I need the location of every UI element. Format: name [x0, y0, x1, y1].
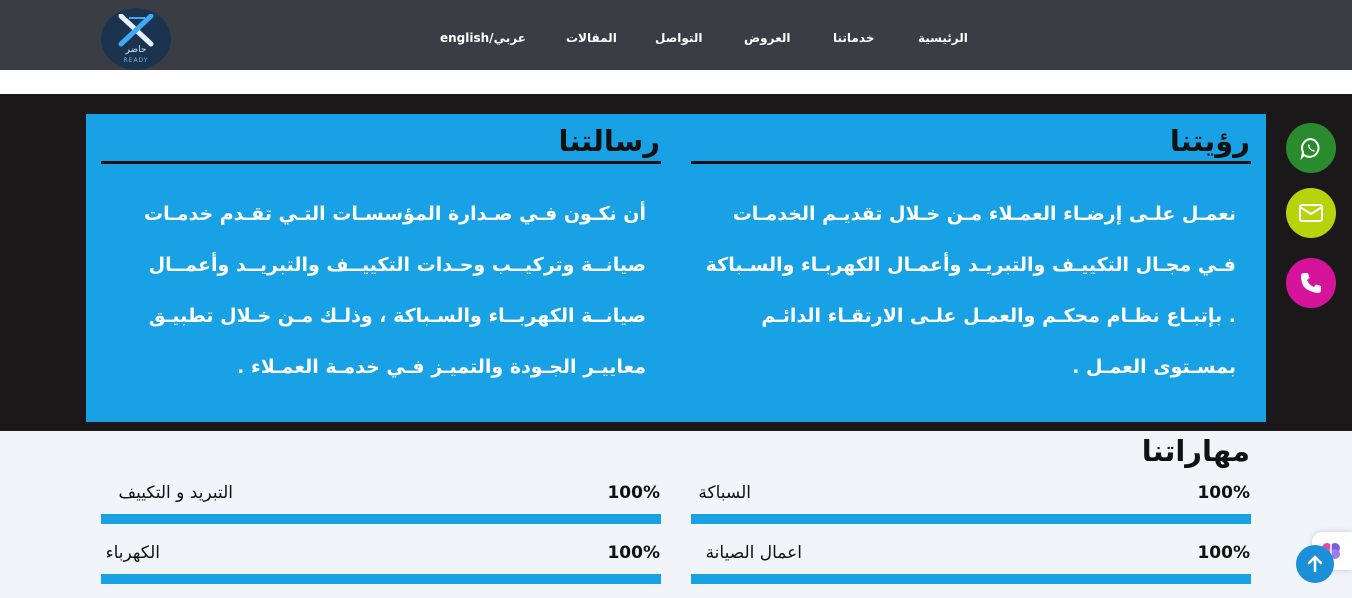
- whatsapp-icon: [1300, 137, 1320, 160]
- skill-label-electricity: الكهرباء: [105, 543, 160, 563]
- nav-services[interactable]: خدماتنا: [833, 31, 874, 45]
- nav-articles[interactable]: المقالات: [566, 31, 617, 45]
- skill-fill-electricity: [101, 574, 661, 584]
- vision-text: نعمـل علـى إرضـاء العمـلاء مـن خـلال تقد…: [706, 189, 1236, 393]
- skill-bar-maintenance: [691, 574, 1251, 584]
- skill-percent-plumbing: 100%: [1197, 483, 1250, 503]
- top-navbar: حاضر READY الرئيسية خدماتنا العروض التوا…: [0, 0, 1352, 70]
- envelope-icon: [1299, 204, 1323, 222]
- nav-offers[interactable]: العروض: [744, 31, 790, 45]
- email-button[interactable]: [1286, 188, 1336, 238]
- skill-label-maintenance: اعمال الصيانة: [705, 543, 802, 563]
- vision-line: فـي مجـال التكييـف والتبريـد وأعمـال الك…: [705, 254, 1236, 276]
- skill-bar-electricity: [101, 574, 661, 584]
- logo-arabic-text: حاضر: [125, 45, 147, 55]
- mission-line: معاييـر الجـودة والتميـز فـي خدمـة العمـ…: [237, 356, 646, 378]
- logo-x-icon: [118, 14, 154, 47]
- phone-icon: [1301, 273, 1321, 293]
- skill-label-cooling: التبريد و التكييف: [118, 483, 234, 503]
- arrow-up-icon: [1307, 555, 1323, 573]
- vision-line: نعمـل علـى إرضـاء العمـلاء مـن خـلال تقد…: [732, 203, 1236, 225]
- mission-line: صيانــة الكهربــاء والسـباكة ، وذلـك مـن…: [148, 305, 646, 327]
- brand-logo[interactable]: حاضر READY: [101, 8, 171, 70]
- vision-title-underline: [691, 161, 1251, 164]
- skills-title: مهاراتنا: [1141, 434, 1250, 468]
- skill-fill-plumbing: [691, 514, 1251, 524]
- skill-label-plumbing: السباكة: [698, 483, 751, 503]
- phone-button[interactable]: [1286, 258, 1336, 308]
- skill-percent-cooling: 100%: [607, 483, 660, 503]
- vision-title: رؤيتنا: [1169, 124, 1250, 158]
- header-spacer: [0, 70, 1352, 94]
- skill-percent-maintenance: 100%: [1197, 543, 1250, 563]
- mission-text: أن نكـون فـي صـدارة المؤسسـات التـي تقـد…: [144, 189, 646, 393]
- logo-english-text: READY: [123, 57, 149, 64]
- skill-fill-maintenance: [691, 574, 1251, 584]
- scroll-to-top-button[interactable]: [1296, 545, 1334, 583]
- vision-line: . بإتبـاع نظـام محكـم والعمـل علـى الارت…: [761, 305, 1236, 327]
- skill-percent-electricity: 100%: [607, 543, 660, 563]
- mission-line: أن نكـون فـي صـدارة المؤسسـات التـي تقـد…: [143, 203, 646, 225]
- skill-bar-cooling: [101, 514, 661, 524]
- whatsapp-button[interactable]: [1286, 123, 1336, 173]
- mission-title: رسالتنا: [558, 124, 660, 158]
- nav-language-switch[interactable]: english/عربي: [440, 31, 526, 45]
- skill-fill-cooling: [101, 514, 661, 524]
- mission-line: صيانــة وتركيــب وحـدات التكييــف والتبر…: [148, 254, 646, 276]
- nav-home[interactable]: الرئيسية: [918, 31, 968, 45]
- mission-title-underline: [101, 161, 661, 164]
- skill-bar-plumbing: [691, 514, 1251, 524]
- nav-contact[interactable]: التواصل: [655, 31, 702, 45]
- vision-line: بمسـتوى العمـل .: [1072, 356, 1236, 378]
